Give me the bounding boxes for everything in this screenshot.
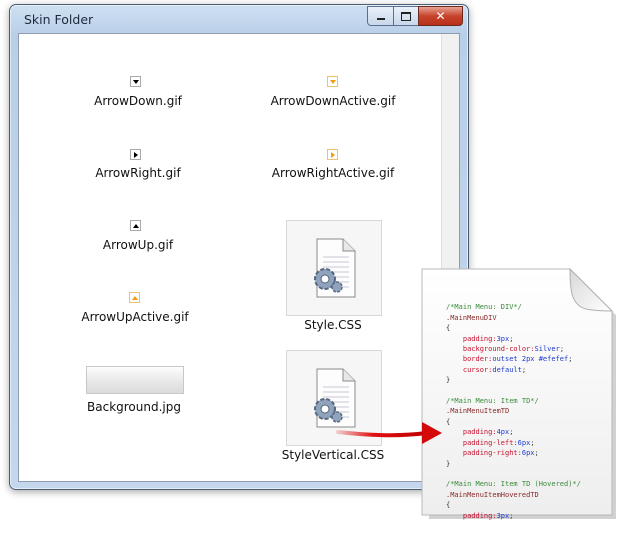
file-item-arrowupactive[interactable]: ArrowUpActive.gif: [81, 292, 189, 332]
close-icon: ✕: [435, 9, 446, 23]
close-button[interactable]: ✕: [418, 6, 463, 26]
code-line: /*Main Menu: DIV*/: [446, 303, 522, 312]
code-line: padding:3px;: [446, 511, 514, 520]
file-item-style-css[interactable]: Style.CSS: [283, 219, 383, 334]
file-name: ArrowUpActive.gif: [81, 310, 189, 324]
file-name: ArrowDown.gif: [94, 94, 182, 108]
file-name: Background.jpg: [87, 400, 181, 414]
minimize-icon: [376, 18, 385, 20]
code-line: }: [446, 376, 451, 385]
arrow-right-icon: [130, 149, 141, 160]
file-name: ArrowUp.gif: [102, 238, 174, 252]
file-name: ArrowDownActive.gif: [270, 94, 396, 108]
file-item-arrowrightactive[interactable]: ArrowRightActive.gif: [272, 147, 394, 187]
file-item-arrowdownactive[interactable]: ArrowDownActive.gif: [271, 74, 395, 114]
window-title: Skin Folder: [24, 12, 94, 27]
code-line: }: [446, 459, 451, 468]
file-name: ArrowRight.gif: [95, 166, 181, 180]
arrow-down-icon: [327, 76, 338, 87]
code-line: .MainMenuItemHoveredTD: [446, 490, 539, 499]
maximize-button[interactable]: [393, 6, 418, 26]
arrow-up-icon: [130, 220, 141, 231]
code-line: padding-right:6px;: [446, 449, 539, 458]
arrow-down-icon: [130, 76, 141, 87]
code-line: padding:3px;: [446, 334, 514, 343]
file-name: ArrowRightActive.gif: [271, 166, 395, 180]
code-line: padding-left:6px;: [446, 438, 535, 447]
code-line: {: [446, 324, 451, 333]
css-file-icon: [286, 220, 382, 316]
code-line: padding:4px;: [446, 428, 514, 437]
minimize-button[interactable]: [367, 6, 393, 26]
code-line: /*Main Menu: Item TD (Hovered)*/: [446, 480, 581, 489]
arrow-right-icon: [327, 149, 338, 160]
code-line: border:outset 2px #efefef;: [446, 355, 573, 364]
file-item-arrowright[interactable]: ArrowRight.gif: [88, 147, 188, 187]
code-line: .MainMenuItemTD: [446, 407, 510, 416]
file-item-arrowdown[interactable]: ArrowDown.gif: [88, 74, 188, 114]
code-line: cursor:default;: [446, 365, 527, 374]
window-controls: ✕: [367, 6, 463, 26]
maximize-icon: [401, 11, 411, 21]
code-line: /*Main Menu: Item TD*/: [446, 397, 539, 406]
code-line: {: [446, 501, 451, 510]
code-line: {: [446, 417, 451, 426]
background-thumbnail: [86, 366, 184, 394]
css-code-block: /*Main Menu: DIV*/.MainMenuDIV { padding:…: [446, 292, 581, 531]
file-item-arrowup[interactable]: ArrowUp.gif: [88, 220, 188, 260]
file-name: Style.CSS: [304, 318, 362, 332]
red-arrow-icon: [336, 422, 442, 444]
code-line: background-color:Silver;: [446, 345, 565, 354]
code-line: .MainMenuDIV: [446, 313, 497, 322]
arrow-up-icon: [129, 292, 140, 303]
file-item-background[interactable]: Background.jpg: [84, 365, 184, 417]
